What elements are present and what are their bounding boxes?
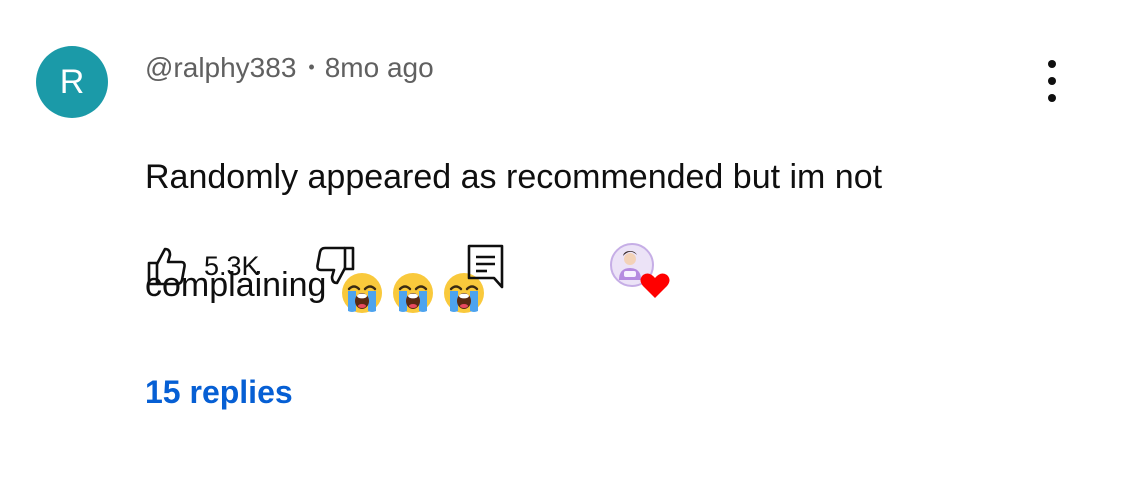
- comment-header: @ralphy383 • 8mo ago: [145, 50, 434, 85]
- more-options-button[interactable]: [1032, 60, 1072, 102]
- avatar-letter: R: [59, 63, 85, 101]
- thumbs-up-icon: [147, 247, 186, 286]
- more-vertical-icon-dot: [1048, 77, 1056, 85]
- more-vertical-icon: [1048, 60, 1056, 68]
- reply-comment-icon: [467, 244, 504, 289]
- dislike-button[interactable]: [314, 245, 356, 287]
- thumbs-down-icon: [316, 246, 355, 285]
- creator-heart-badge: [609, 242, 671, 300]
- view-replies-link[interactable]: 15 replies: [145, 372, 293, 412]
- comment-text: Randomly appeared as recommended but im …: [145, 96, 1025, 372]
- avatar[interactable]: R: [36, 46, 108, 118]
- timestamp[interactable]: 8mo ago: [325, 52, 434, 83]
- author-name[interactable]: @ralphy383: [145, 52, 296, 83]
- comment-text-line-1: Randomly appeared as recommended but im …: [145, 158, 883, 196]
- reply-button[interactable]: [466, 243, 506, 291]
- separator-dot: •: [308, 57, 315, 77]
- like-count: 5.3K: [204, 251, 260, 281]
- comment-actions: 5.3K: [0, 238, 1125, 298]
- more-vertical-icon-dot: [1048, 94, 1056, 102]
- like-button[interactable]: 5.3K: [146, 245, 260, 287]
- creator-heart-icon: [610, 243, 670, 298]
